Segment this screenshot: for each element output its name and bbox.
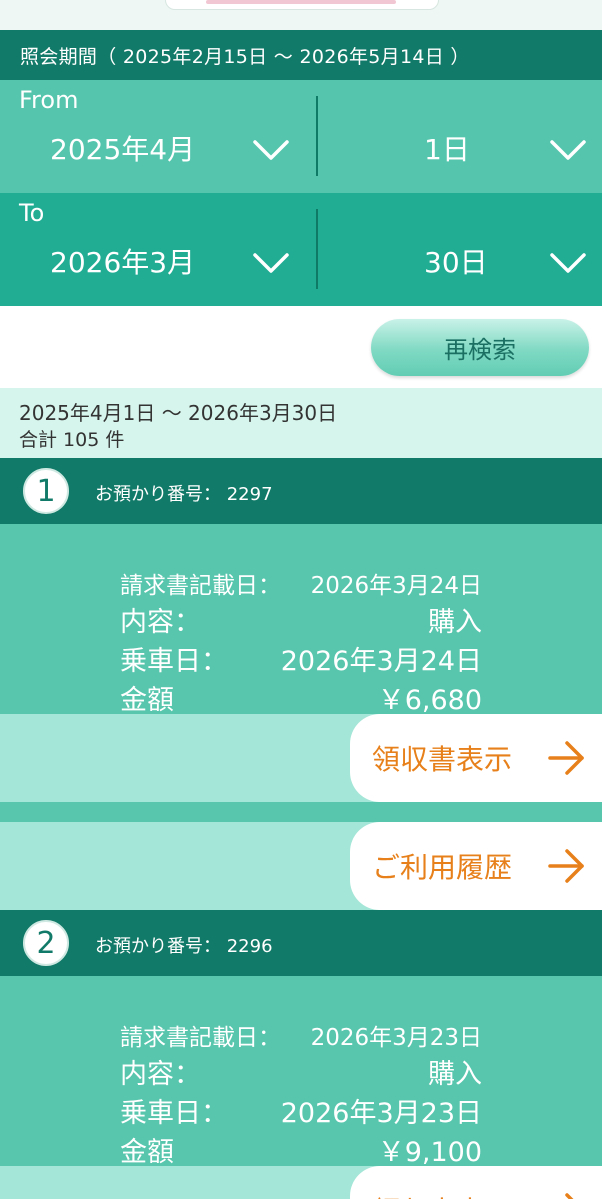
to-month-select[interactable]: 2026年3月 [0, 219, 316, 306]
from-row: From 2025年4月 1日 [0, 80, 602, 193]
chevron-down-icon [253, 253, 289, 273]
chevron-down-icon [550, 253, 586, 273]
receipt-row: 領収書表示 [0, 1166, 602, 1199]
entry-details: 請求書記載日： 2026年3月24日 内容： 購入 乗車日： 2026年3月24日 金… [0, 524, 602, 717]
result-summary: 2025年4月1日 〜 2026年3月30日 合計 105 件 [0, 388, 602, 458]
summary-range: 2025年4月1日 〜 2026年3月30日 [19, 401, 338, 425]
account-number-label: お預かり番号： 2297 [95, 484, 273, 505]
spacer [0, 802, 602, 822]
ride-date-row: 乗車日： 2026年3月23日 [120, 1098, 482, 1129]
history-row: ご利用履歴 [0, 822, 602, 910]
detail-block: 請求書記載日： 2026年3月24日 内容： 購入 乗車日： 2026年3月24日 金… [120, 566, 482, 717]
arrow-right-icon [548, 849, 584, 883]
entry-details: 請求書記載日： 2026年3月23日 内容： 購入 乗車日： 2026年3月23日 金… [0, 976, 602, 1169]
receipt-row: 領収書表示 [0, 714, 602, 802]
chevron-down-icon [253, 140, 289, 160]
receipt-button[interactable]: 領収書表示 [350, 714, 602, 802]
entry-number: 2 [23, 920, 69, 966]
period-text: 照会期間（ 2025年2月15日 〜 2026年5月14日 ） [20, 45, 470, 68]
receipt-button-label: 領収書表示 [372, 743, 513, 776]
arrow-right-icon [565, 1193, 574, 1199]
to-day-select[interactable]: 30日 [318, 219, 602, 306]
invoice-date-row: 請求書記載日： 2026年3月24日 [120, 573, 482, 599]
period-header: 照会期間（ 2025年2月15日 〜 2026年5月14日 ） [0, 30, 602, 80]
history-button-label: ご利用履歴 [372, 851, 513, 884]
account-number-label: お預かり番号： 2296 [95, 936, 273, 957]
from-month-select[interactable]: 2025年4月 [0, 106, 316, 193]
chevron-down-icon [550, 140, 586, 160]
from-day-select[interactable]: 1日 [318, 106, 602, 193]
history-button[interactable]: ご利用履歴 [350, 822, 602, 910]
invoice-date-row: 請求書記載日： 2026年3月23日 [120, 1025, 482, 1051]
summary-count: 合計 105 件 [19, 429, 125, 451]
to-month-value: 2026年3月 [50, 246, 196, 279]
banner-decoration [206, 0, 396, 4]
ride-date-row: 乗車日： 2026年3月24日 [120, 646, 482, 677]
content-row: 内容： 購入 [120, 607, 482, 638]
entry-header: 1 お預かり番号： 2297 [0, 458, 602, 524]
detail-block: 請求書記載日： 2026年3月23日 内容： 購入 乗車日： 2026年3月23日 金… [120, 1018, 482, 1169]
research-area: 再検索 [0, 306, 602, 388]
amount-row: 金額 ￥6,680 [120, 685, 482, 716]
arrow-right-icon [548, 741, 584, 775]
from-month-value: 2025年4月 [50, 133, 196, 166]
top-strip [0, 0, 602, 30]
content-row: 内容： 購入 [120, 1059, 482, 1090]
account-number: 2297 [226, 484, 273, 505]
receipt-button-label: 領収書表示 [372, 1190, 512, 1199]
top-banner [165, 0, 439, 10]
research-button[interactable]: 再検索 [371, 319, 589, 376]
account-number: 2296 [226, 936, 273, 957]
entry-number: 1 [23, 468, 69, 514]
entry-header: 2 お預かり番号： 2296 [0, 910, 602, 976]
from-day-value: 1日 [424, 133, 470, 166]
to-row: To 2026年3月 30日 [0, 193, 602, 306]
to-day-value: 30日 [424, 246, 488, 279]
amount-row: 金額 ￥9,100 [120, 1137, 482, 1168]
receipt-button[interactable]: 領収書表示 [350, 1166, 602, 1199]
